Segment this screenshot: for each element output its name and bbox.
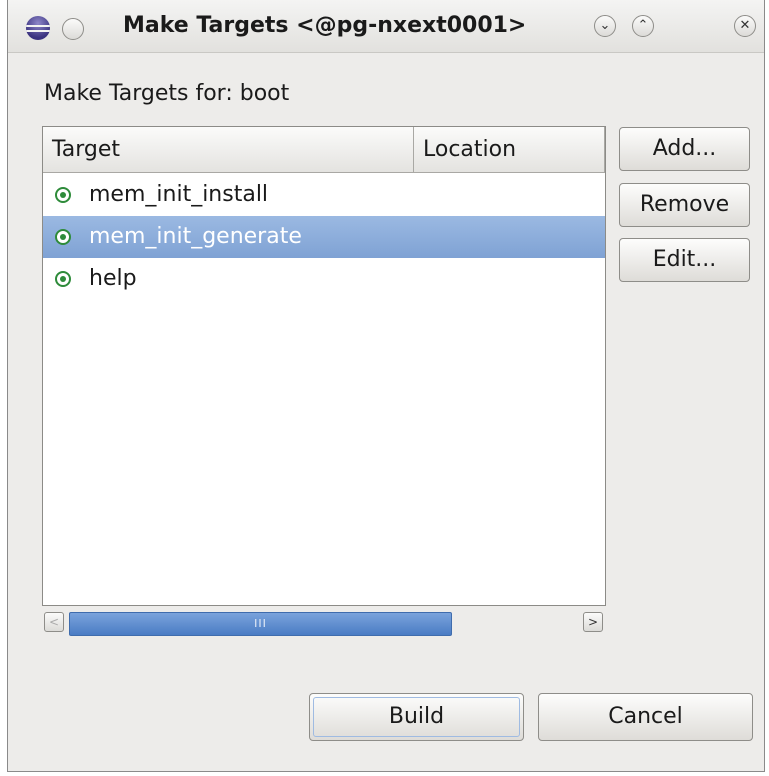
- window-title: Make Targets <@pg-nxext0001>: [123, 13, 527, 38]
- edit-button[interactable]: Edit...: [619, 238, 750, 282]
- scroll-grip-icon: III: [254, 617, 267, 630]
- target-name: help: [89, 266, 137, 291]
- make-target-icon: [55, 271, 71, 287]
- table-row[interactable]: mem_init_install: [43, 174, 605, 216]
- minimize-button[interactable]: ⌄: [594, 15, 616, 37]
- column-header-location[interactable]: Location: [414, 127, 605, 173]
- targets-table[interactable]: Target Location mem_init_install mem_ini…: [42, 126, 606, 606]
- table-row[interactable]: help: [43, 258, 605, 300]
- make-targets-dialog: Make Targets <@pg-nxext0001> ⌄ ⌃ ✕ Make …: [7, 0, 765, 772]
- table-row-selected[interactable]: mem_init_generate: [43, 216, 605, 258]
- maximize-button[interactable]: ⌃: [632, 15, 654, 37]
- cancel-button[interactable]: Cancel: [538, 693, 753, 741]
- scroll-left-arrow-icon[interactable]: <: [44, 612, 64, 632]
- title-bar[interactable]: Make Targets <@pg-nxext0001> ⌄ ⌃ ✕: [8, 0, 764, 53]
- horizontal-scrollbar[interactable]: < III >: [42, 610, 606, 636]
- close-button[interactable]: ✕: [734, 15, 756, 37]
- target-name: mem_init_install: [89, 182, 269, 207]
- target-name: mem_init_generate: [89, 224, 302, 249]
- window-menu-button[interactable]: [62, 18, 84, 40]
- make-target-icon: [55, 187, 71, 203]
- build-button[interactable]: Build: [309, 693, 524, 741]
- scroll-thumb[interactable]: III: [69, 612, 452, 636]
- scroll-right-arrow-icon[interactable]: >: [583, 612, 603, 632]
- remove-button[interactable]: Remove: [619, 183, 750, 227]
- column-header-target[interactable]: Target: [43, 127, 414, 173]
- table-header: Target Location: [43, 127, 605, 174]
- eclipse-icon: [26, 16, 50, 40]
- make-target-icon: [55, 229, 71, 245]
- dialog-heading: Make Targets for: boot: [44, 81, 290, 106]
- add-button[interactable]: Add...: [619, 127, 750, 171]
